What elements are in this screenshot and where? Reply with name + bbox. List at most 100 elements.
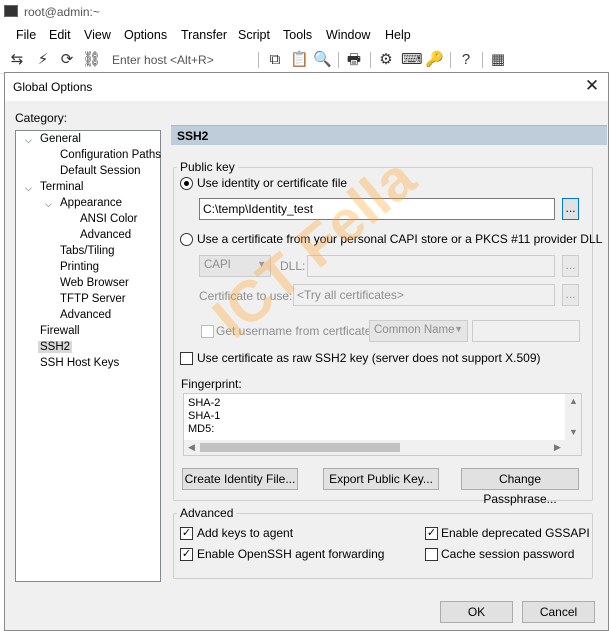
quick-connect-icon[interactable]: ⚡ xyxy=(34,51,52,69)
common-name-value: Common Name xyxy=(374,324,455,336)
scrollbar-thumb[interactable] xyxy=(200,443,400,452)
capi-select[interactable]: CAPI ▼ xyxy=(199,255,271,277)
chevron-up-icon[interactable]: ▲ xyxy=(569,396,578,406)
raw-ssh2-label: Use certificate as raw SSH2 key (server … xyxy=(197,351,541,365)
menu-tools[interactable]: Tools xyxy=(283,28,312,42)
tree-item-appearance[interactable]: Appearance xyxy=(60,197,122,209)
username-field-input[interactable] xyxy=(472,320,580,342)
sftp-icon[interactable]: ▦ xyxy=(489,51,507,69)
horizontal-scrollbar[interactable]: ◀ ▶ xyxy=(184,440,565,455)
chevron-down-icon[interactable]: ▼ xyxy=(569,427,578,437)
ok-button[interactable]: OK xyxy=(440,601,513,623)
chevron-left-icon[interactable]: ◀ xyxy=(188,442,195,453)
use-capi-radio[interactable] xyxy=(180,233,193,246)
identity-path-input[interactable]: C:\temp\Identity_test xyxy=(199,198,555,220)
cancel-button[interactable]: Cancel xyxy=(522,601,595,623)
public-key-group-label: Public key xyxy=(177,160,238,174)
copy-icon[interactable]: ⧉ xyxy=(266,51,284,69)
tree-item-web-browser[interactable]: Web Browser xyxy=(60,277,129,289)
menu-file[interactable]: File xyxy=(16,28,36,42)
get-username-checkbox[interactable] xyxy=(201,325,214,338)
menu-window[interactable]: Window xyxy=(326,28,370,42)
find-icon[interactable]: 🔍 xyxy=(313,51,332,69)
gssapi-checkbox[interactable]: ✓ xyxy=(425,527,438,540)
menu-options[interactable]: Options xyxy=(124,28,167,42)
fingerprint-line: SHA-2 xyxy=(188,397,221,409)
tree-item-firewall[interactable]: Firewall xyxy=(40,325,80,337)
cert-to-use-input[interactable]: <Try all certificates> xyxy=(293,284,555,306)
help-icon[interactable]: ? xyxy=(457,51,475,69)
tree-item-terminal[interactable]: Terminal xyxy=(40,181,83,193)
tree-item-ssh-host-keys[interactable]: SSH Host Keys xyxy=(40,357,119,369)
dll-browse-button[interactable]: ... xyxy=(562,255,579,277)
category-label: Category: xyxy=(15,111,68,125)
menu-script[interactable]: Script xyxy=(238,28,270,42)
use-identity-label: Use identity or certificate file xyxy=(197,176,348,190)
tree-item-printing[interactable]: Printing xyxy=(60,261,99,273)
fingerprint-line: SHA-1 xyxy=(188,410,221,422)
disconnect-icon[interactable]: ⛓ xyxy=(82,51,101,69)
connect-icon[interactable]: ⇆ xyxy=(8,51,26,69)
create-identity-button[interactable]: Create Identity File... xyxy=(182,468,298,490)
export-public-key-button[interactable]: Export Public Key... xyxy=(323,468,439,490)
fingerprint-label: Fingerprint: xyxy=(181,377,242,391)
tree-item-general[interactable]: General xyxy=(40,133,81,145)
vertical-scrollbar[interactable]: ▲ ▼ xyxy=(565,394,581,440)
cache-password-checkbox[interactable] xyxy=(425,548,438,561)
identity-browse-button[interactable]: ... xyxy=(562,198,579,220)
tree-item-appearance-advanced[interactable]: Advanced xyxy=(80,229,131,241)
global-options-dialog: Global Options ✕ Category: ⌵ General Con… xyxy=(4,72,609,631)
panel-header: SSH2 xyxy=(171,125,607,145)
dll-label: DLL: xyxy=(280,259,306,273)
reconnect-icon[interactable]: ⟳ xyxy=(58,51,76,69)
settings-gear-icon[interactable]: ⚙ xyxy=(377,51,395,69)
common-name-select[interactable]: Common Name ▼ xyxy=(369,320,468,342)
chevron-down-icon: ▼ xyxy=(257,259,266,269)
menu-view[interactable]: View xyxy=(84,28,111,42)
print-icon[interactable]: 🖶 xyxy=(345,51,363,69)
raw-ssh2-checkbox[interactable] xyxy=(180,352,193,365)
chevron-right-icon[interactable]: ▶ xyxy=(554,442,561,453)
tree-item-tabs-tiling[interactable]: Tabs/Tiling xyxy=(60,245,115,257)
fingerprint-textarea[interactable]: SHA-2 SHA-1 MD5: ▲ ▼ ◀ ▶ xyxy=(183,393,582,456)
advanced-group-label: Advanced xyxy=(177,506,237,520)
category-tree[interactable]: ⌵ General Configuration Paths Default Se… xyxy=(15,130,161,582)
keymap-icon[interactable]: ⌨ xyxy=(401,51,423,69)
tree-item-ssh2[interactable]: SSH2 xyxy=(38,341,73,353)
add-keys-checkbox[interactable]: ✓ xyxy=(180,527,193,540)
cache-password-label: Cache session password xyxy=(441,547,575,561)
tree-item-default-session[interactable]: Default Session xyxy=(60,165,141,177)
tree-item-ansi-color[interactable]: ANSI Color xyxy=(80,213,138,225)
toolbar-separator xyxy=(258,52,259,68)
chevron-down-icon[interactable]: ⌵ xyxy=(25,136,34,145)
tree-item-terminal-advanced[interactable]: Advanced xyxy=(60,309,111,321)
dll-input[interactable] xyxy=(307,255,555,277)
app-title: root@admin:~ xyxy=(24,5,100,19)
tree-item-tftp-server[interactable]: TFTP Server xyxy=(60,293,126,305)
chevron-down-icon[interactable]: ⌵ xyxy=(25,184,34,193)
cert-to-use-label: Certificate to use: xyxy=(199,289,293,303)
change-passphrase-button[interactable]: Change Passphrase... xyxy=(461,468,579,506)
scrollbar-corner xyxy=(565,440,581,455)
openssh-forwarding-checkbox[interactable]: ✓ xyxy=(180,548,193,561)
close-icon[interactable]: ✕ xyxy=(584,76,600,96)
toolbar-host-input[interactable]: Enter host <Alt+R> xyxy=(112,53,214,67)
capi-select-value: CAPI xyxy=(204,259,231,271)
menu-transfer[interactable]: Transfer xyxy=(181,28,227,42)
chevron-down-icon: ▼ xyxy=(454,324,463,334)
add-keys-label: Add keys to agent xyxy=(197,526,294,540)
cert-browse-button[interactable]: ... xyxy=(562,284,579,306)
menu-bar: File Edit View Options Transfer Script T… xyxy=(0,24,609,46)
chevron-down-icon[interactable]: ⌵ xyxy=(45,200,54,209)
use-capi-label: Use a certificate from your personal CAP… xyxy=(197,232,603,246)
fingerprint-line: MD5: xyxy=(188,423,215,435)
dialog-title: Global Options xyxy=(13,80,93,94)
key-icon[interactable]: 🔑 xyxy=(425,51,444,69)
paste-icon[interactable]: 📋 xyxy=(290,51,309,69)
toolbar-separator xyxy=(482,52,483,68)
menu-help[interactable]: Help xyxy=(385,28,411,42)
tree-item-configuration-paths[interactable]: Configuration Paths xyxy=(60,149,161,161)
use-identity-radio[interactable] xyxy=(180,177,193,190)
menu-edit[interactable]: Edit xyxy=(49,28,71,42)
dialog-title-bar: Global Options ✕ xyxy=(5,73,608,101)
